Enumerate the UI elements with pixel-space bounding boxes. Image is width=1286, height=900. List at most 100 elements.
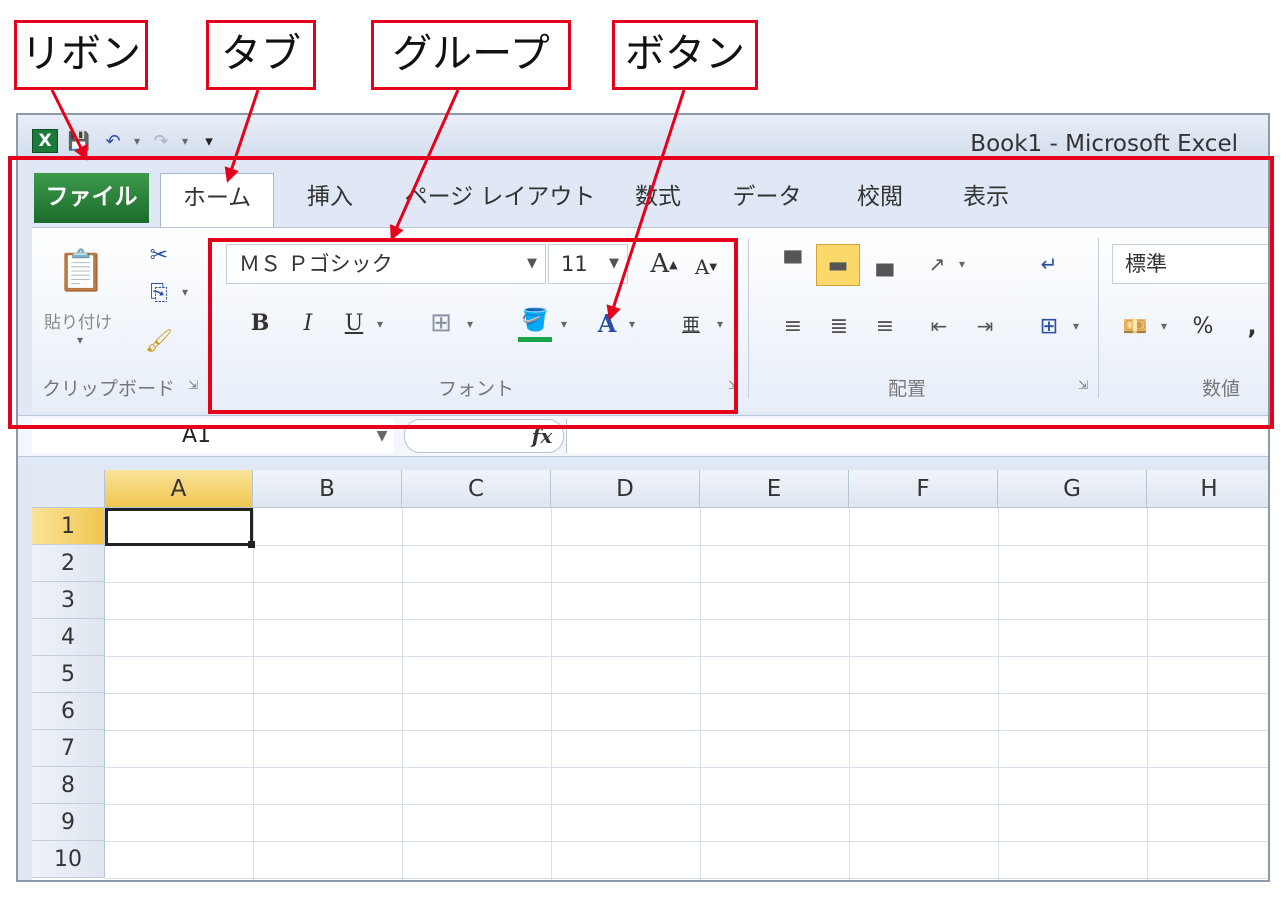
comma-style-button[interactable]: , [1242,308,1262,344]
alignment-launcher-icon[interactable]: ⇲ [1078,378,1088,392]
tab-view[interactable]: 表示 [946,173,1026,223]
row-header-4[interactable]: 4 [32,619,105,656]
copy-dropdown-icon[interactable]: ▾ [177,284,193,300]
row-header-9[interactable]: 9 [32,804,105,841]
fill-color-dropdown-icon[interactable]: ▾ [556,316,572,332]
gridline [105,545,1268,546]
phonetic-guide-icon[interactable]: 亜 [676,304,706,344]
undo-icon[interactable]: ↶ [100,129,126,153]
gridline [1147,508,1148,880]
phonetic-dropdown-icon[interactable]: ▾ [712,316,728,332]
paste-label[interactable]: 貼り付け [44,308,112,333]
font-launcher-icon[interactable]: ⇲ [728,378,738,392]
clipboard-launcher-icon[interactable]: ⇲ [188,378,198,392]
orientation-icon[interactable]: ↗ [920,246,954,282]
font-group-label: フォント [438,378,515,400]
name-box[interactable]: A1 [32,419,394,453]
increase-indent-icon[interactable]: ⇥ [968,308,1002,344]
row-header-2[interactable]: 2 [32,545,105,582]
excel-app-icon[interactable]: X [32,129,58,153]
cut-icon[interactable]: ✂ [144,240,174,270]
wrap-text-icon[interactable]: ↵ [1032,246,1066,282]
paste-icon[interactable]: 📋 [56,240,106,300]
paste-dropdown-icon[interactable]: ▾ [70,332,90,348]
merge-dropdown-icon[interactable]: ▾ [1068,318,1084,334]
merge-center-icon[interactable]: ⊞ [1032,308,1066,344]
bold-icon[interactable]: B [246,306,274,340]
chevron-down-icon[interactable]: ▼ [609,245,619,283]
column-header-c[interactable]: C [402,470,551,508]
column-header-g[interactable]: G [998,470,1147,508]
active-cell-a1[interactable] [105,508,255,548]
underline-icon[interactable]: U [340,306,368,340]
redo-icon[interactable]: ↷ [148,129,174,153]
orientation-dropdown-icon[interactable]: ▾ [954,256,970,272]
gridline [105,804,1268,805]
formula-input[interactable] [566,419,1268,453]
column-header-d[interactable]: D [551,470,700,508]
format-painter-icon[interactable]: 🖌 [144,326,174,356]
row-header-1[interactable]: 1 [32,508,105,545]
group-divider [748,238,749,398]
insert-function-button[interactable]: fx [524,421,560,451]
underline-dropdown-icon[interactable]: ▾ [372,316,388,332]
align-left-icon[interactable]: ≡ [776,308,810,344]
column-header-h[interactable]: H [1147,470,1268,508]
chevron-down-icon[interactable]: ▼ [527,245,537,283]
worksheet-grid[interactable]: A B C D E F G H 1 2 3 4 5 6 7 8 9 10 [32,470,1268,880]
font-name-value: ＭＳ Ｐゴシック [239,252,393,276]
row-header-5[interactable]: 5 [32,656,105,693]
italic-icon[interactable]: I [294,306,322,340]
row-header-10[interactable]: 10 [32,841,105,878]
number-group-label: 数値 [1202,378,1241,400]
column-header-e[interactable]: E [700,470,849,508]
column-header-b[interactable]: B [253,470,402,508]
gridline [105,767,1268,768]
gridline [105,582,1268,583]
borders-dropdown-icon[interactable]: ▾ [462,316,478,332]
row-header-3[interactable]: 3 [32,582,105,619]
row-header-7[interactable]: 7 [32,730,105,767]
copy-icon[interactable]: ⎘ [144,278,174,308]
customize-qat-icon[interactable]: ▾ [196,129,222,153]
column-header-a[interactable]: A [105,470,253,508]
grow-font-icon[interactable]: A ▲ [646,244,682,284]
accounting-dropdown-icon[interactable]: ▾ [1156,318,1172,334]
save-icon[interactable]: 💾 [66,129,92,153]
fill-color-icon[interactable]: 🪣 [518,304,552,342]
font-name-combo[interactable]: ＭＳ Ｐゴシック ▼ [226,244,546,284]
align-center-icon[interactable]: ≣ [822,308,856,344]
row-header-6[interactable]: 6 [32,693,105,730]
accounting-format-icon[interactable]: 💴 [1118,308,1152,344]
align-bottom-icon[interactable]: ▄ [868,246,902,282]
percent-style-button[interactable]: % [1188,308,1218,344]
font-color-dropdown-icon[interactable]: ▾ [624,316,640,332]
shrink-font-icon[interactable]: A ▼ [688,250,724,284]
select-all-button[interactable] [32,470,105,508]
quick-access-toolbar: X 💾 ↶ ▾ ↷ ▾ ▾ [32,129,222,153]
align-right-icon[interactable]: ≡ [868,308,902,344]
tab-page-layout[interactable]: ページ レイアウト [400,173,600,223]
align-top-icon[interactable]: ▀ [776,246,810,282]
gridline [105,656,1268,657]
tab-review[interactable]: 校閲 [840,173,920,223]
ribbon: 📋 貼り付け ▾ ✂ ⎘ ▾ 🖌 クリップボード ⇲ ＭＳ Ｐゴシック ▼ 11… [32,227,1268,412]
redo-dropdown-icon[interactable]: ▾ [182,134,188,148]
number-format-combo[interactable]: 標準 [1112,244,1268,284]
tab-insert[interactable]: 挿入 [290,173,370,223]
column-header-f[interactable]: F [849,470,998,508]
tab-formulas[interactable]: 数式 [618,173,698,223]
tab-home[interactable]: ホーム [160,173,274,227]
gridline [105,878,1268,879]
decrease-indent-icon[interactable]: ⇤ [922,308,956,344]
annotation-ribbon: リボン [14,20,148,90]
font-color-icon[interactable]: A [592,304,622,342]
name-box-dropdown-icon[interactable]: ▼ [374,428,390,444]
align-middle-icon[interactable]: ▬ [816,244,860,286]
borders-icon[interactable]: ⊞ [424,306,458,340]
font-size-combo[interactable]: 11 ▼ [548,244,628,284]
undo-dropdown-icon[interactable]: ▾ [134,134,140,148]
tab-file[interactable]: ファイル [34,173,149,223]
tab-data[interactable]: データ [722,173,812,223]
row-header-8[interactable]: 8 [32,767,105,804]
